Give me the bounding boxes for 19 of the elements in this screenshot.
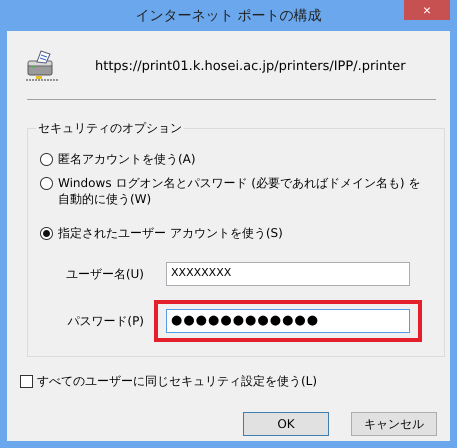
checkbox[interactable] [20, 375, 33, 388]
printer-icon [25, 49, 59, 83]
dialog-button[interactable]: OK [243, 412, 329, 436]
dialog-button[interactable]: キャンセル [351, 412, 437, 436]
close-button[interactable]: × [404, 0, 450, 20]
window-title: インターネット ポートの構成 [135, 6, 322, 24]
radio-label: 指定されたユーザー アカウントを使う(S) [58, 225, 283, 241]
input-field[interactable]: XXXXXXXX [166, 262, 410, 286]
group-title: セキュリティのオプション [37, 120, 183, 137]
field-label: パスワード(P) [66, 312, 144, 330]
field-label: ユーザー名(U) [64, 266, 144, 282]
checkbox-label: すべてのユーザーに同じセキュリティ設定を使う(L) [37, 373, 318, 390]
radio-label: 匿名アカウントを使う(A) [58, 151, 196, 167]
input-field[interactable]: ●●●●●●●●●●●● [166, 309, 410, 333]
radio-label: Windows ログオン名とパスワード (必要であればドメイン名も) を自動的に使う(W) [58, 175, 422, 207]
printer-url: https://print01.k.hosei.ac.jp/printers/IPP/.printer [95, 58, 406, 74]
radio-button[interactable] [40, 177, 53, 190]
radio-button[interactable] [40, 153, 53, 166]
radio-button[interactable] [40, 227, 53, 240]
